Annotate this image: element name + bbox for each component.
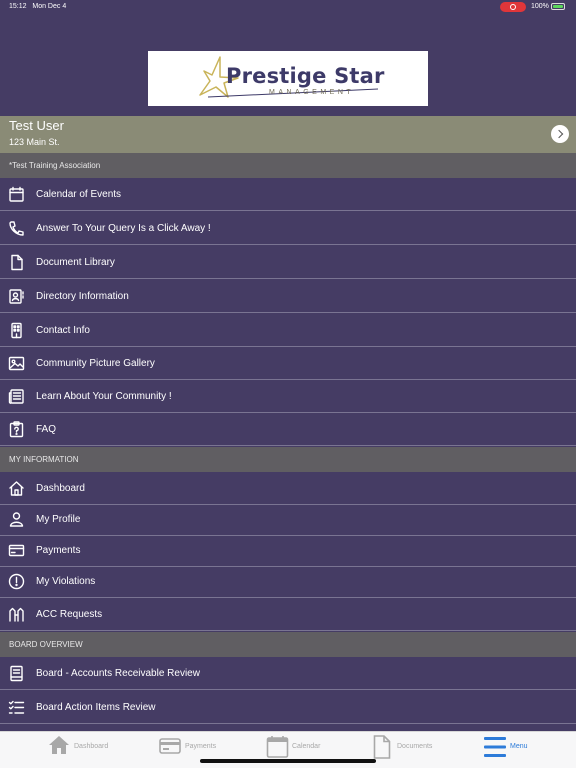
user-profile-row[interactable]: Test User 123 Main St. <box>0 116 576 153</box>
menu-item-label: ACC Requests <box>36 609 103 620</box>
hamburger-menu-icon <box>484 737 506 757</box>
calendar-icon <box>9 186 24 202</box>
building-icon <box>11 322 22 339</box>
menu-item-label: My Profile <box>36 514 81 525</box>
menu-item-document-library[interactable]: Document Library <box>0 246 576 279</box>
menu-item-label: Learn About Your Community ! <box>36 391 172 402</box>
logo-subtitle: MANAGEMENT <box>269 89 355 96</box>
chevron-right-icon[interactable] <box>551 125 569 143</box>
section-header-board-overview: BOARD OVERVIEW <box>0 632 576 657</box>
acc-request-icon <box>9 607 24 622</box>
association-header: *Test Training Association <box>0 153 576 178</box>
home-indicator <box>200 759 376 763</box>
phone-icon <box>9 221 24 236</box>
menu-item-directory[interactable]: Directory Information <box>0 280 576 313</box>
menu-item-calendar[interactable]: Calendar of Events <box>0 178 576 211</box>
tab-documents[interactable]: Documents <box>373 732 443 762</box>
menu-item-label: Board - Accounts Receivable Review <box>36 668 200 679</box>
document-icon <box>373 735 391 759</box>
menu-item-label: Document Library <box>36 257 115 268</box>
tab-label: Dashboard <box>74 743 109 750</box>
menu-item-dashboard[interactable]: Dashboard <box>0 472 576 505</box>
screen-recording-icon <box>500 2 526 12</box>
battery-percent: 100% <box>531 3 549 10</box>
menu-item-faq[interactable]: FAQ <box>0 413 576 446</box>
alert-circle-icon <box>8 573 25 590</box>
document-icon <box>11 254 23 271</box>
home-icon <box>9 481 24 496</box>
ledger-book-icon <box>10 665 23 682</box>
menu-item-query[interactable]: Answer To Your Query Is a Click Away ! <box>0 212 576 245</box>
tab-label: Documents <box>397 743 433 750</box>
newspaper-icon <box>8 389 24 404</box>
credit-card-icon <box>159 738 181 754</box>
menu-item-payments[interactable]: Payments <box>0 534 576 567</box>
status-bar: 15:12 Mon Dec 4 100% <box>0 0 576 14</box>
faq-clipboard-icon <box>9 421 24 438</box>
status-time: 15:12 Mon Dec 4 <box>9 3 67 10</box>
home-icon <box>49 736 69 754</box>
menu-item-label: Payments <box>36 545 81 556</box>
calendar-icon <box>266 736 289 758</box>
user-address: 123 Main St. <box>9 137 60 147</box>
user-name: Test User <box>9 118 64 133</box>
menu-item-acc-requests[interactable]: ACC Requests <box>0 598 576 631</box>
menu-item-label: FAQ <box>36 424 57 435</box>
tab-dashboard[interactable]: Dashboard <box>47 732 117 762</box>
checklist-icon <box>8 700 25 714</box>
menu-item-label: Board Action Items Review <box>36 702 156 713</box>
menu-item-my-profile[interactable]: My Profile <box>0 503 576 536</box>
menu-item-label: Calendar of Events <box>36 189 122 200</box>
tab-label: Payments <box>185 743 217 750</box>
credit-card-icon <box>8 544 25 557</box>
tab-label: Menu <box>510 743 528 750</box>
tab-label: Calendar <box>292 743 321 750</box>
image-icon <box>8 356 25 371</box>
tab-calendar[interactable]: Calendar <box>266 732 336 762</box>
contact-card-icon <box>9 289 24 304</box>
menu-item-label: Answer To Your Query Is a Click Away ! <box>36 223 211 234</box>
menu-item-gallery[interactable]: Community Picture Gallery <box>0 347 576 380</box>
menu-item-action-items[interactable]: Board Action Items Review <box>0 691 576 724</box>
section-header-my-information: MY INFORMATION <box>0 447 576 472</box>
menu-item-label: Dashboard <box>36 483 85 494</box>
menu-item-label: Contact Info <box>36 325 90 336</box>
person-icon <box>9 512 24 527</box>
menu-item-learn-community[interactable]: Learn About Your Community ! <box>0 380 576 413</box>
menu-item-label: My Violations <box>36 576 96 587</box>
tab-menu[interactable]: Menu <box>483 732 543 762</box>
company-logo: Prestige Star MANAGEMENT <box>148 51 428 106</box>
menu-item-accounts-receivable[interactable]: Board - Accounts Receivable Review <box>0 657 576 690</box>
tab-payments[interactable]: Payments <box>159 732 229 762</box>
logo-title: Prestige Star <box>226 64 385 88</box>
menu-item-label: Community Picture Gallery <box>36 358 155 369</box>
menu-item-contact-info[interactable]: Contact Info <box>0 314 576 347</box>
battery-icon <box>551 3 565 10</box>
menu-item-label: Directory Information <box>36 291 129 302</box>
menu-item-my-violations[interactable]: My Violations <box>0 565 576 598</box>
